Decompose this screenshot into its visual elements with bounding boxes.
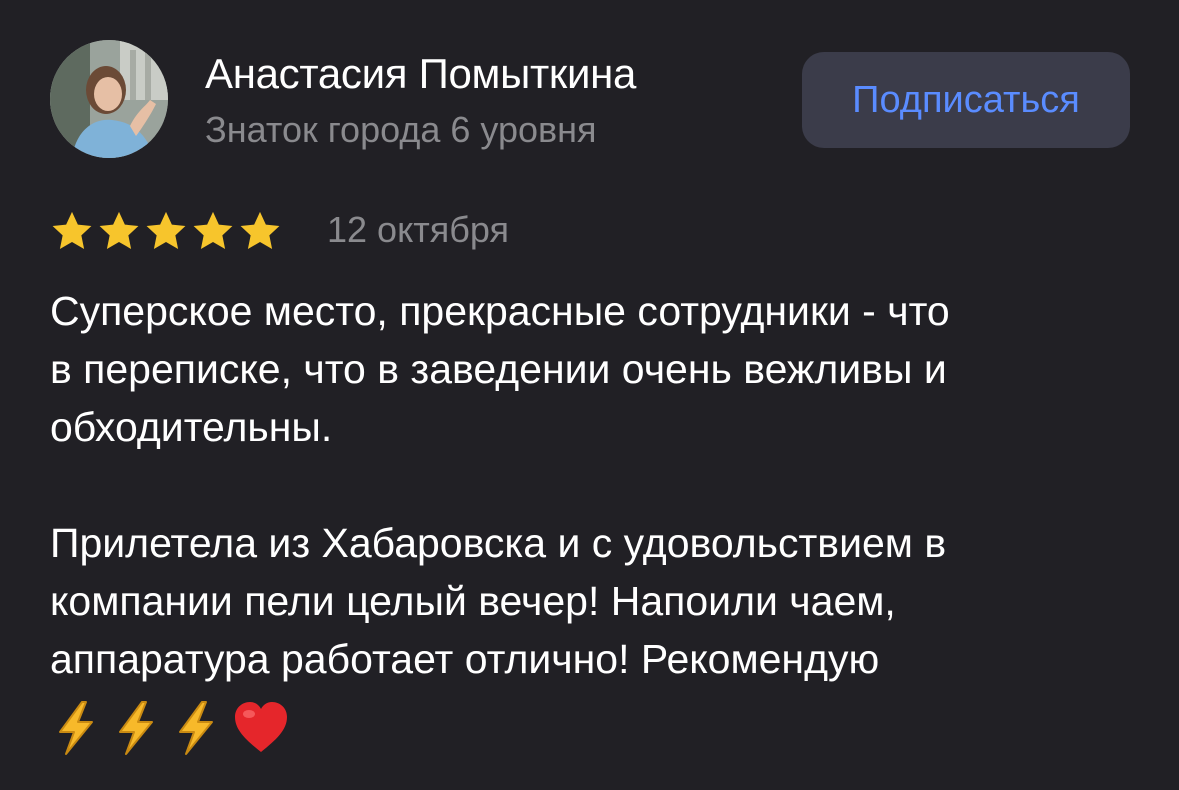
review-text: Суперское место, прекрасные сотрудники -…: [50, 282, 1140, 688]
star-rating: [50, 208, 282, 254]
author-name[interactable]: Анастасия Помыткина: [205, 48, 636, 100]
star-icon: [240, 211, 280, 249]
subscribe-button[interactable]: Подписаться: [802, 52, 1130, 148]
lightning-icon: [59, 701, 93, 755]
star-icon: [52, 211, 92, 249]
user-photo-avatar: [50, 40, 168, 158]
lightning-icon: [179, 701, 213, 755]
author-level: Знаток города 6 уровня: [205, 109, 597, 150]
star-icon: [146, 211, 186, 249]
lightning-icon: [119, 701, 153, 755]
red-heart-icon: [235, 702, 287, 752]
star-icon: [193, 211, 233, 249]
emoji-row: [52, 700, 290, 756]
review-card: Анастасия Помыткина Знаток города 6 уров…: [0, 0, 1179, 790]
review-paragraph: Прилетела из Хабаровска и с удовольствие…: [50, 520, 947, 682]
avatar[interactable]: [50, 40, 168, 158]
review-paragraph: Суперское место, прекрасные сотрудники -…: [50, 288, 950, 450]
review-date: 12 октября: [327, 209, 509, 250]
star-icon: [99, 211, 139, 249]
